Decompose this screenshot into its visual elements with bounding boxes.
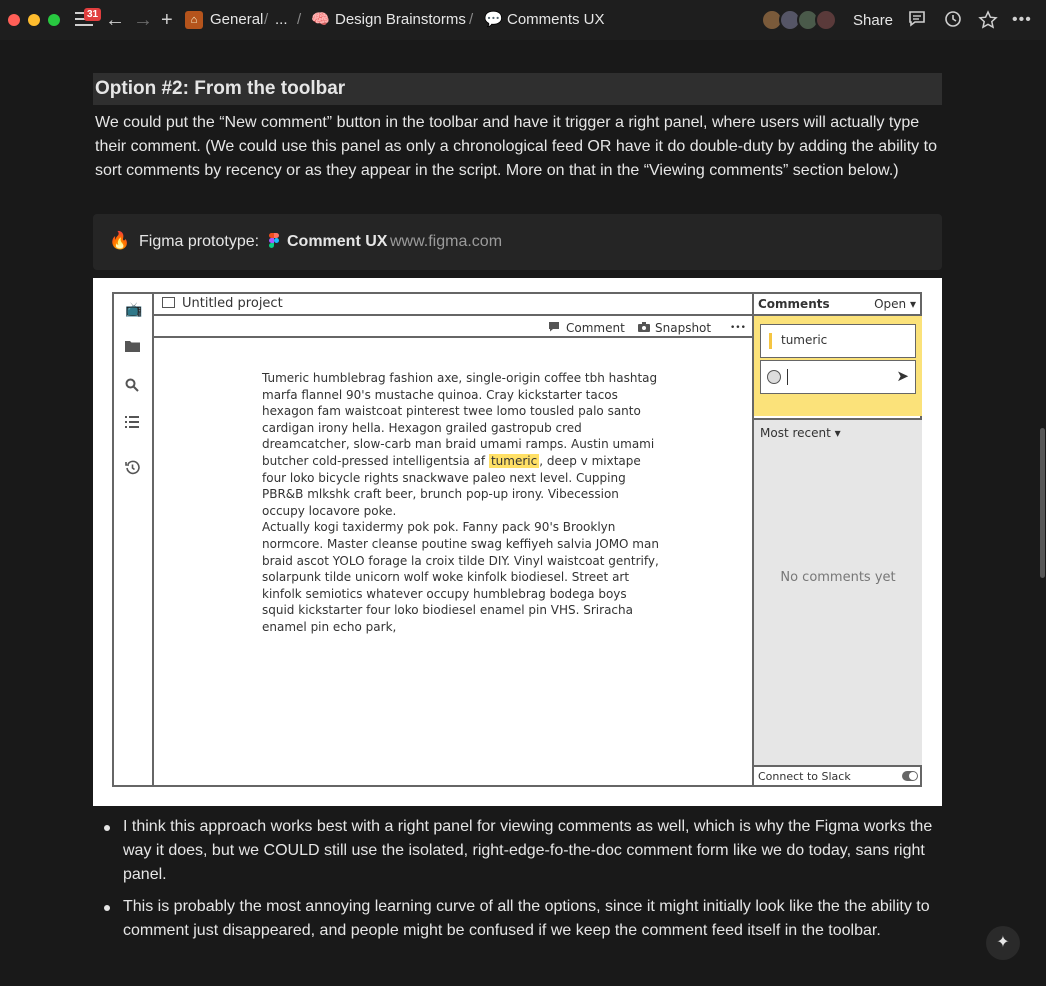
- mockup-panel-footer: Connect to Slack: [754, 765, 922, 785]
- bookmark-label: Figma prototype:: [139, 233, 260, 250]
- maximize-window-button[interactable]: [48, 14, 60, 26]
- bullet-dot: [104, 905, 110, 911]
- minimize-window-button[interactable]: [28, 14, 40, 26]
- toggle-icon: [902, 771, 918, 781]
- section-heading: Option #2: From the toolbar: [93, 73, 942, 105]
- scrollbar[interactable]: [1040, 428, 1045, 578]
- prototype-mockup-image: 📺 Untitled project Comment Snapshot ••• …: [93, 278, 942, 806]
- mockup-window: 📺 Untitled project Comment Snapshot ••• …: [112, 292, 922, 787]
- breadcrumb-design-brainstorms[interactable]: Design Brainstorms: [335, 12, 466, 28]
- breadcrumb-ellipsis[interactable]: ...: [275, 12, 288, 28]
- house-icon: ⌂: [185, 11, 203, 29]
- text-caret: [787, 369, 788, 385]
- new-page-plus-icon[interactable]: +: [161, 9, 173, 31]
- list-icon: [125, 416, 139, 432]
- mockup-panel-header: Comments Open ▾: [754, 294, 922, 316]
- bookmark-url[interactable]: www.figma.com: [390, 233, 502, 251]
- forward-arrow-icon[interactable]: →: [133, 9, 153, 31]
- breadcrumb-general[interactable]: General: [210, 12, 263, 28]
- mockup-more-icon: •••: [730, 323, 746, 333]
- speech-bubble-icon: 💬: [484, 11, 503, 28]
- mockup-comment-button: Comment: [566, 321, 625, 335]
- list-item: This is probably the most annoying learn…: [95, 895, 940, 943]
- section-paragraph: We could put the “New comment” button in…: [95, 114, 937, 179]
- mockup-document-text: Tumeric humblebrag fashion axe, single-o…: [262, 370, 662, 636]
- top-bar: 31 ← → + ⌂ General / ... / 🧠 Design Brai…: [0, 0, 1046, 40]
- mockup-title-bar: Untitled project: [154, 294, 752, 316]
- avatar-circle-icon: [767, 370, 781, 384]
- close-window-button[interactable]: [8, 14, 20, 26]
- mockup-comment-input: ➤: [760, 360, 916, 394]
- mockup-project-title: Untitled project: [182, 296, 283, 311]
- star-icon[interactable]: [978, 10, 998, 34]
- brain-icon: 🧠: [311, 11, 330, 28]
- mockup-empty-state: No comments yet: [780, 570, 896, 585]
- breadcrumb-separator: /: [469, 11, 474, 28]
- mockup-comments-feed: Most recent ▾ No comments yet: [754, 418, 922, 767]
- mockup-comments-panel: Comments Open ▾ tumeric ➤ Most recent ▾ …: [752, 294, 922, 785]
- breadcrumb-separator: /: [297, 11, 302, 28]
- fire-icon: 🔥: [109, 231, 131, 250]
- camera-icon: [638, 321, 650, 335]
- bullet-dot: [104, 825, 110, 831]
- tv-icon: [162, 297, 175, 308]
- sparkle-ai-icon[interactable]: ✦: [986, 926, 1020, 960]
- more-options-icon[interactable]: •••: [1012, 10, 1032, 30]
- mockup-quote-text: tumeric: [781, 333, 828, 347]
- figma-logo-icon: [269, 233, 279, 249]
- avatar[interactable]: [815, 9, 837, 31]
- mockup-new-comment-area: tumeric ➤: [754, 316, 922, 416]
- comments-icon[interactable]: [908, 10, 926, 32]
- mockup-connect-slack: Connect to Slack: [758, 770, 851, 783]
- mockup-panel-title: Comments: [758, 297, 830, 311]
- list-item: I think this approach works best with a …: [95, 815, 940, 887]
- mockup-sort-dropdown: Most recent ▾: [760, 426, 841, 440]
- send-arrow-icon: ➤: [896, 367, 909, 385]
- folder-icon: [125, 340, 140, 356]
- comment-bubble-icon: [548, 321, 560, 335]
- mockup-toolbar: Comment Snapshot •••: [154, 318, 752, 338]
- tv-icon: 📺: [125, 302, 143, 318]
- breadcrumb-comments-ux[interactable]: Comments UX: [507, 12, 605, 28]
- notification-badge: 31: [84, 8, 102, 21]
- bookmark-title[interactable]: Comment UX: [287, 233, 387, 251]
- mockup-quote-box: tumeric: [760, 324, 916, 358]
- highlighted-word: tumeric: [488, 453, 540, 468]
- mockup-panel-filter: Open ▾: [874, 297, 916, 311]
- mockup-paragraph: Actually kogi taxidermy pok pok. Fanny p…: [262, 520, 659, 634]
- clock-history-icon[interactable]: [944, 10, 962, 32]
- breadcrumb-separator: /: [264, 11, 269, 28]
- mockup-sidebar: 📺: [114, 294, 154, 785]
- share-button[interactable]: Share: [853, 12, 893, 29]
- mockup-paragraph: Tumeric humblebrag fashion axe, single-o…: [262, 371, 658, 518]
- figma-bookmark[interactable]: 🔥 Figma prototype: Comment UX www.figma.…: [93, 214, 942, 270]
- back-arrow-icon[interactable]: ←: [105, 9, 125, 31]
- mockup-snapshot-button: Snapshot: [655, 321, 712, 335]
- bullet-list: I think this approach works best with a …: [95, 815, 940, 951]
- quote-bar: [769, 333, 772, 349]
- search-icon: [125, 378, 139, 396]
- history-icon: [125, 460, 140, 479]
